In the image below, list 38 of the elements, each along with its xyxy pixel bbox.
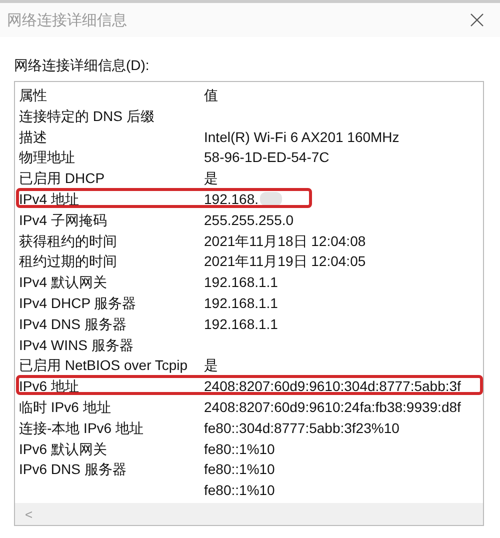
list-label: 网络连接详细信息(D): — [14, 57, 150, 75]
property-name: 已启用 DHCP — [19, 170, 105, 186]
property-name: 连接特定的 DNS 后缀 — [19, 108, 154, 124]
property-value: fe80::1%10 — [204, 481, 275, 500]
property-name: 已启用 NetBIOS over Tcpip — [19, 357, 188, 374]
property-value: 2021年11月18日 12:04:08 — [204, 232, 366, 251]
property-value: 是 — [204, 356, 218, 376]
property-value: 是 — [204, 169, 218, 188]
property-value: fe80::1%10 — [204, 440, 275, 459]
property-name: IPv6 默认网关 — [19, 440, 107, 457]
property-name: IPv4 子网掩码 — [19, 212, 107, 228]
property-value: 255.255.255.0 — [204, 210, 294, 230]
close-icon[interactable] — [470, 13, 484, 27]
property-value: 2021年11月19日 12:04:05 — [204, 252, 366, 272]
property-name: IPv4 默认网关 — [19, 274, 107, 290]
property-name: 临时 IPv6 地址 — [19, 398, 111, 415]
property-name: 物理地址 — [19, 149, 75, 166]
window-title: 网络连接详细信息 — [7, 10, 127, 30]
property-value: 192.168. — [204, 190, 258, 209]
property-name: IPv4 WINS 服务器 — [19, 336, 134, 353]
property-value: fe80::304d:8777:5abb:3f23%10 — [204, 418, 400, 438]
property-value: 2408:8207:60d9:9610:304d:8777:5abb:3f — [204, 377, 461, 396]
property-value: 2408:8207:60d9:9610:24fa:fb38:9939:d8f — [204, 398, 461, 417]
property-value: Intel(R) Wi-Fi 6 AX201 160MHz — [204, 128, 400, 147]
property-name: IPv4 DHCP 服务器 — [19, 294, 136, 311]
property-name: 描述 — [19, 128, 47, 145]
property-name: 租约过期的时间 — [19, 253, 117, 270]
property-value: 192.168.1.1 — [204, 294, 278, 313]
property-name: 获得租约的时间 — [19, 232, 117, 249]
column-header[interactable]: 属性 — [19, 85, 204, 106]
property-value: 192.168.1.1 — [204, 314, 278, 334]
property-name: IPv4 DNS 服务器 — [19, 316, 126, 332]
column-header[interactable]: 值 — [204, 85, 218, 106]
property-value: 192.168.1.1 — [204, 273, 278, 292]
property-name: 连接-本地 IPv6 地址 — [19, 420, 144, 436]
property-value: 58-96-1D-ED-54-7C — [204, 148, 330, 168]
property-value: fe80::1%10 — [204, 460, 275, 480]
property-name: IPv6 DNS 服务器 — [19, 461, 126, 478]
